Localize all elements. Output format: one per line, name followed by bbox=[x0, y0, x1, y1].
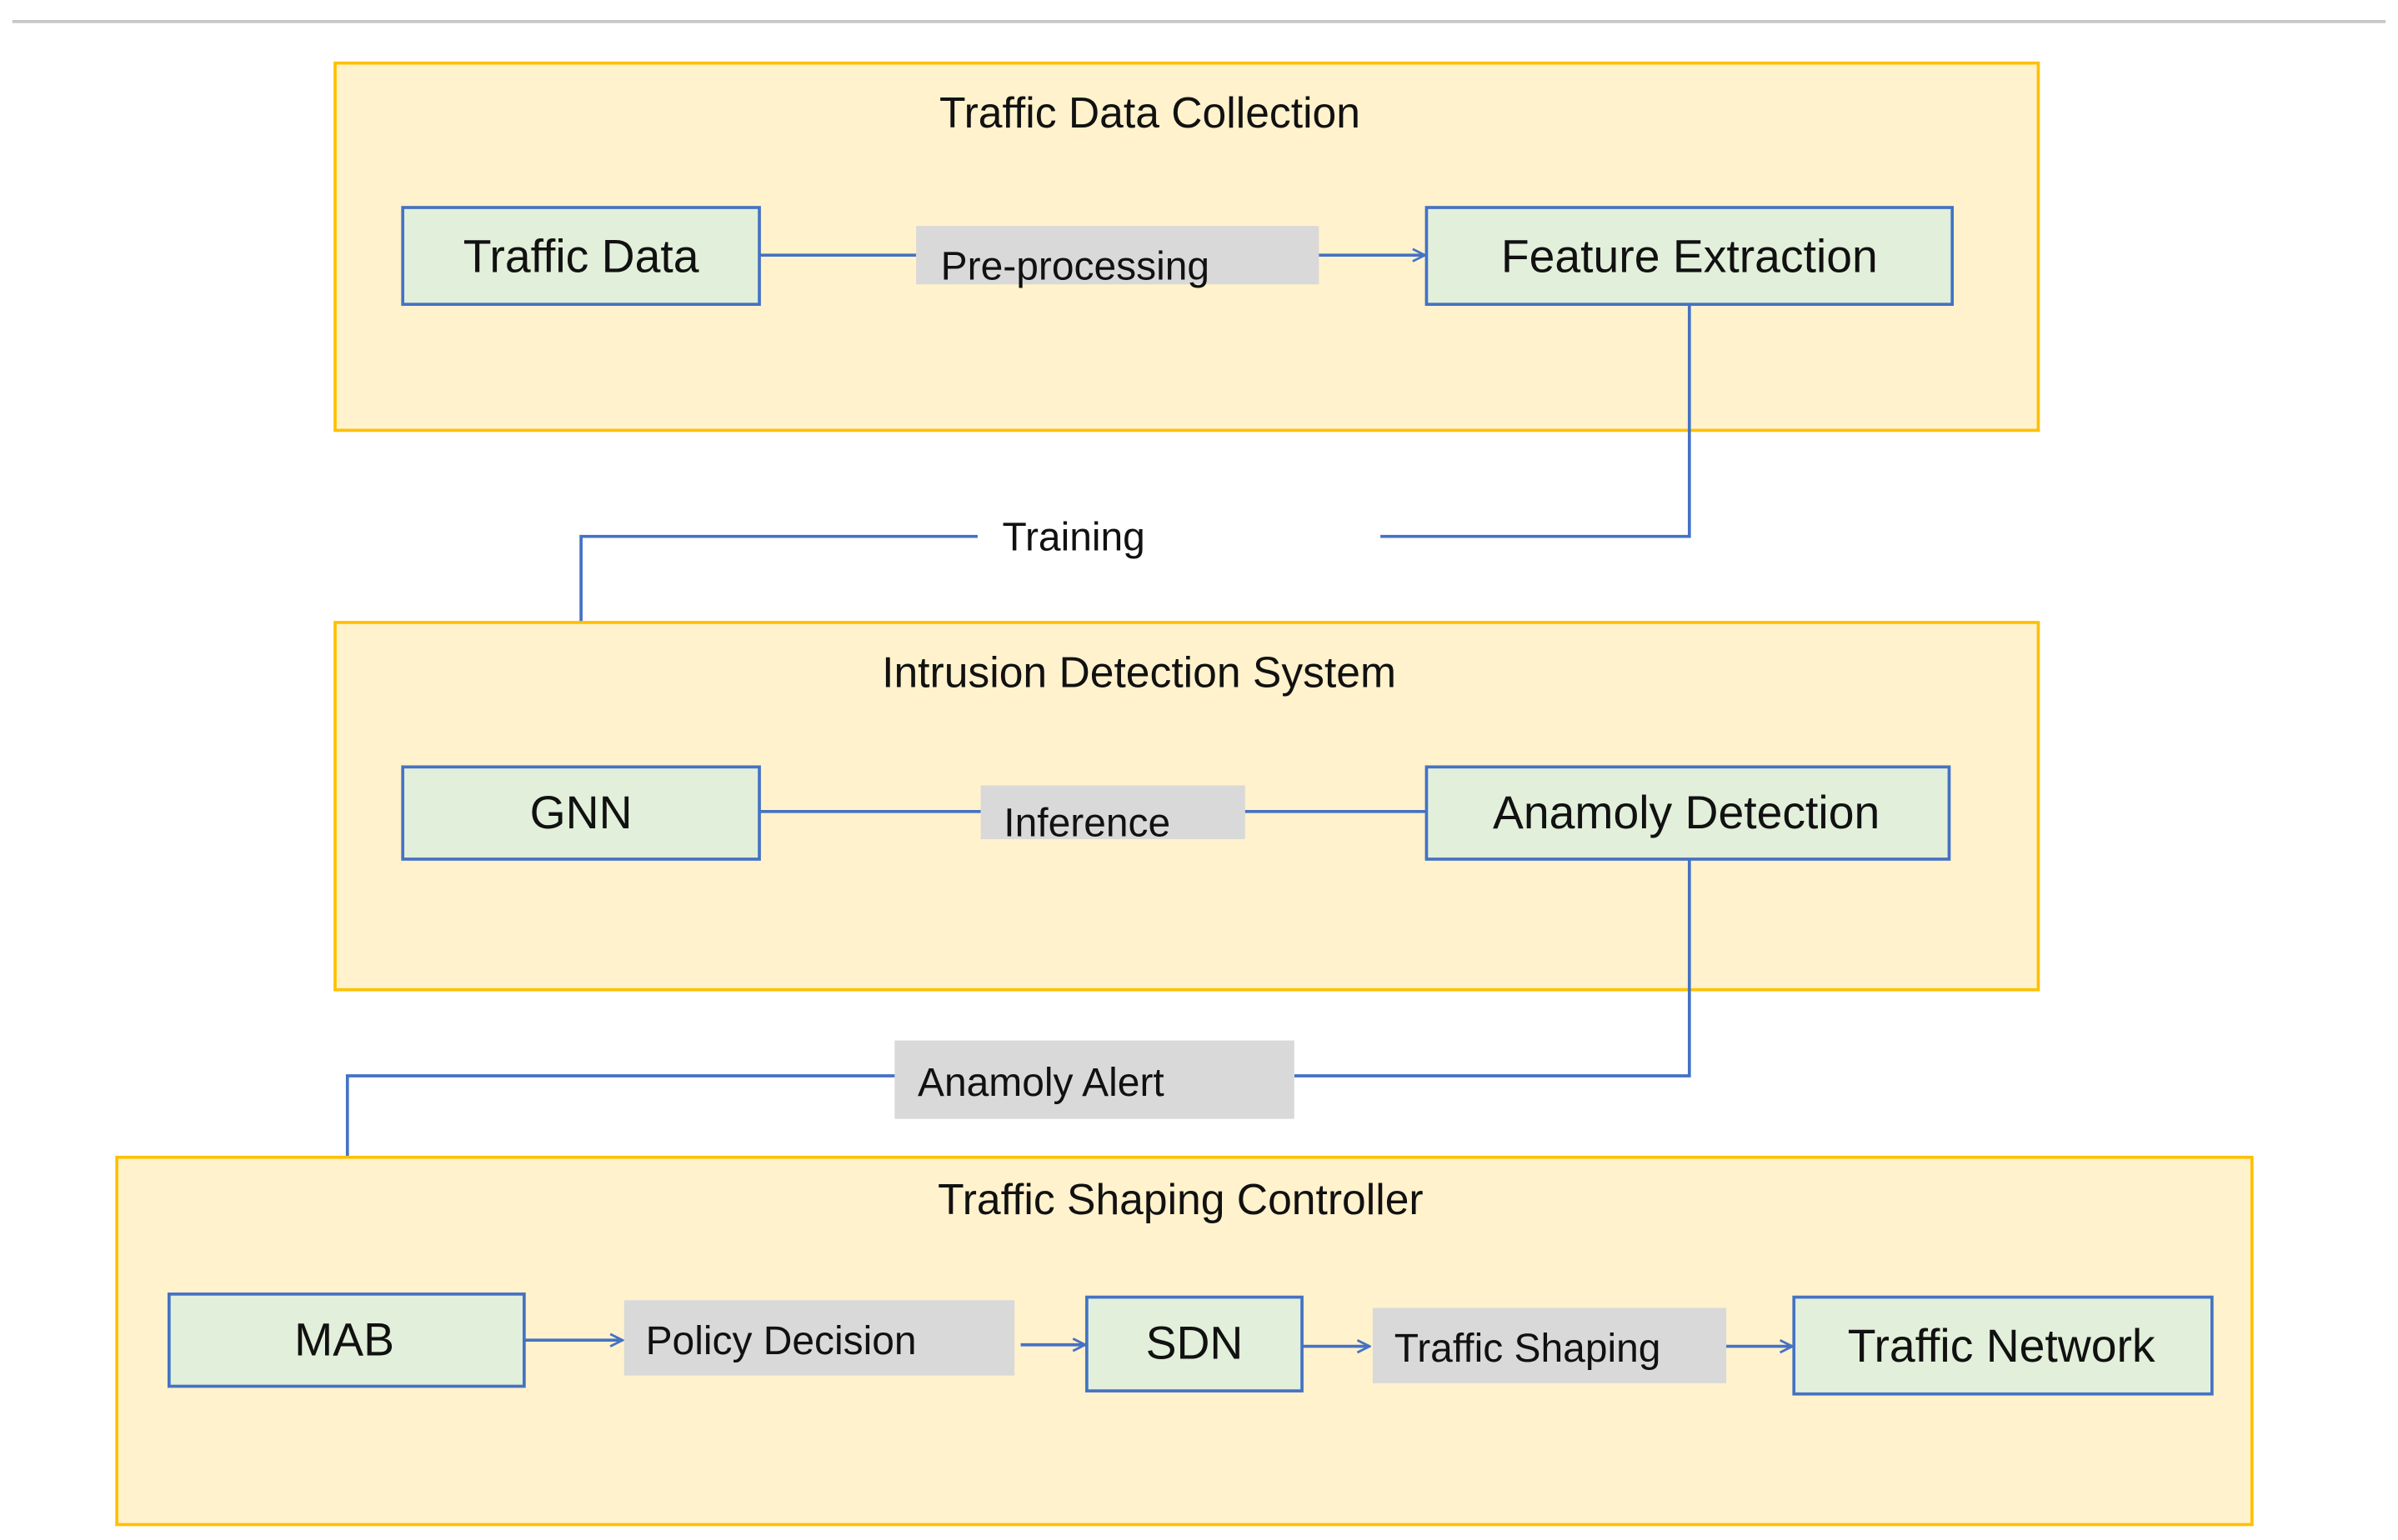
group-title: Intrusion Detection System bbox=[882, 648, 1396, 696]
group-title: Traffic Data Collection bbox=[939, 88, 1360, 137]
node-sdn: SDN bbox=[1085, 1295, 1304, 1392]
architecture-diagram: Traffic Data Collection Traffic Data Pre… bbox=[12, 20, 2386, 1527]
edge-label-inference: Inference bbox=[1004, 801, 1170, 845]
node-label: Feature Extraction bbox=[1501, 230, 1878, 282]
group-title: Traffic Shaping Controller bbox=[938, 1175, 1424, 1223]
training-label: Training bbox=[1002, 515, 1144, 559]
group-traffic-shaping-controller: Traffic Shaping Controller MAB Policy De… bbox=[115, 1155, 2254, 1527]
node-label: SDN bbox=[1146, 1317, 1244, 1368]
edge-label-policy-decision: Policy Decision bbox=[646, 1319, 917, 1363]
edge-label-preprocessing: Pre-processing bbox=[941, 245, 1209, 289]
node-traffic-network: Traffic Network bbox=[1792, 1295, 2214, 1396]
node-mab: MAB bbox=[168, 1292, 526, 1388]
node-anomaly-detection: Anamoly Detection bbox=[1424, 765, 1951, 861]
node-label: Anamoly Detection bbox=[1493, 787, 1880, 838]
group-intrusion-detection-system: Intrusion Detection System GNN Inference… bbox=[333, 621, 2040, 992]
node-gnn: GNN bbox=[401, 765, 761, 861]
alert-label: Anamoly Alert bbox=[918, 1061, 1164, 1105]
node-label: GNN bbox=[530, 787, 633, 838]
node-label: Traffic Network bbox=[1848, 1320, 2155, 1372]
node-label: Traffic Data bbox=[463, 230, 699, 282]
node-label: MAB bbox=[294, 1314, 394, 1366]
node-traffic-data: Traffic Data bbox=[401, 206, 761, 307]
node-feature-extraction: Feature Extraction bbox=[1424, 206, 1955, 307]
group-traffic-data-collection: Traffic Data Collection Traffic Data Pre… bbox=[333, 61, 2040, 432]
edge-label-traffic-shaping: Traffic Shaping bbox=[1394, 1327, 1661, 1371]
